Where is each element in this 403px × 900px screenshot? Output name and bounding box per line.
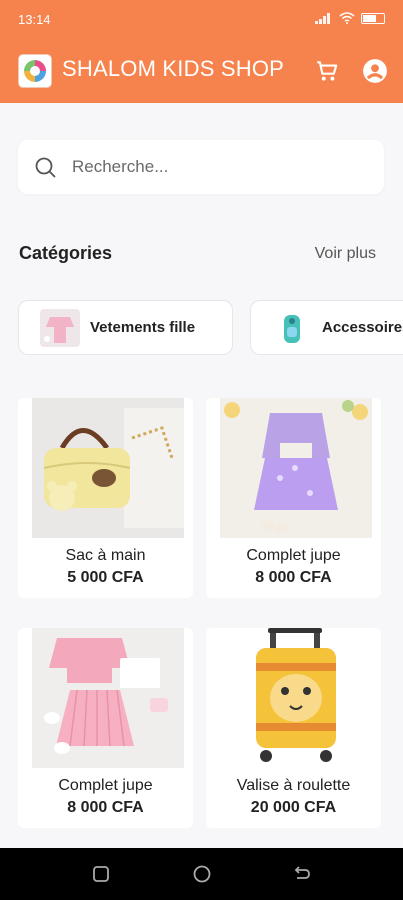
category-label: Accessoires [322, 319, 403, 336]
product-price: 8 000 CFA [67, 799, 144, 816]
search-icon [35, 157, 56, 178]
category-chip-girls-clothing[interactable]: Vetements fille [18, 300, 233, 355]
app-title: SHALOM KIDS SHOP [62, 56, 285, 81]
home-icon[interactable] [192, 864, 212, 884]
back-icon[interactable] [292, 864, 312, 884]
signal-icon [315, 12, 333, 24]
search-input[interactable] [72, 140, 372, 194]
account-icon[interactable] [362, 58, 388, 84]
app-logo [18, 54, 52, 88]
category-label: Vetements fille [90, 319, 196, 336]
system-nav-bar [0, 848, 403, 900]
product-price: 8 000 CFA [255, 569, 332, 586]
product-name: Valise à roulette [236, 777, 351, 794]
status-bar: 13:14 [0, 0, 403, 40]
product-image [32, 398, 184, 538]
product-price: 20 000 CFA [250, 799, 337, 816]
product-name: Complet jupe [58, 777, 153, 794]
product-card[interactable]: Valise à roulette 20 000 CFA [206, 628, 381, 828]
app-header: 13:14 SHALOM KIDS SHOP [0, 0, 403, 103]
product-name: Sac à main [65, 547, 146, 564]
wifi-icon [339, 12, 355, 24]
app-bar: SHALOM KIDS SHOP [0, 50, 403, 92]
battery-icon [361, 12, 385, 24]
categories-heading: Catégories [19, 243, 113, 263]
search-bar[interactable] [18, 140, 384, 194]
product-card[interactable]: Complet jupe 8 000 CFA [206, 398, 381, 598]
product-image [32, 628, 184, 768]
category-thumbnail [272, 308, 312, 347]
home-content[interactable]: Catégories Voir plus Vetements fille Acc… [0, 103, 403, 848]
product-card[interactable]: Sac à main 5 000 CFA [18, 398, 193, 598]
product-card[interactable]: Complet jupe 8 000 CFA [18, 628, 193, 828]
product-name: Complet jupe [246, 547, 341, 564]
product-image [220, 628, 372, 768]
product-price: 5 000 CFA [67, 569, 144, 586]
status-time: 13:14 [18, 12, 51, 27]
cart-icon[interactable] [314, 58, 340, 84]
see-more-link[interactable]: Voir plus [315, 245, 376, 263]
status-icons [315, 12, 385, 24]
category-chip-accessories[interactable]: Accessoires [250, 300, 403, 355]
recent-apps-icon[interactable] [91, 864, 111, 884]
product-image [220, 398, 372, 538]
category-thumbnail [40, 308, 80, 347]
